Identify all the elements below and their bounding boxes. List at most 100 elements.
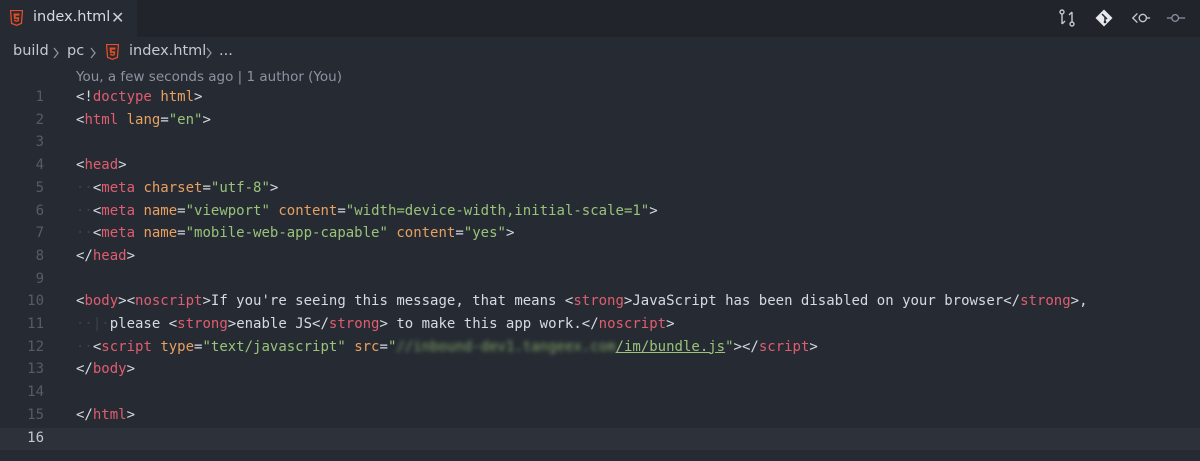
chevron-right-icon — [53, 47, 59, 59]
code-content: <head> — [76, 157, 127, 173]
breadcrumb-item-symbols[interactable]: ... — [219, 43, 233, 59]
code-line[interactable]: 11 ··|·please <strong>enable JS</strong> … — [0, 314, 1200, 337]
code-line[interactable]: 9 — [0, 269, 1200, 292]
code-line[interactable]: 4 <head> — [0, 155, 1200, 178]
code-content: ··<meta charset="utf-8"> — [76, 180, 278, 196]
whitespace-marker: ·· — [76, 338, 93, 355]
line-number: 8 — [35, 247, 44, 264]
tab-label: index.html — [33, 9, 111, 25]
code-line[interactable]: 2 <html lang="en"> — [0, 110, 1200, 133]
tag-name: script — [101, 338, 152, 355]
line-number: 12 — [27, 338, 44, 355]
punctuation: = — [379, 338, 388, 355]
attribute-name: name — [143, 202, 178, 219]
breadcrumb: build pc index.html ... — [0, 37, 1200, 67]
line-number: 3 — [35, 134, 44, 151]
tag-name: head — [92, 247, 127, 264]
tag-name: html — [92, 406, 127, 423]
string-value: "yes" — [463, 225, 506, 242]
punctuation: = — [177, 202, 186, 219]
tag-name: strong — [573, 293, 624, 310]
punctuation: >< — [118, 293, 136, 310]
line-number: 13 — [27, 361, 44, 378]
punctuation: = — [202, 179, 211, 196]
tag-name: strong — [177, 316, 228, 332]
tab-bar: index.html ✕ — [0, 0, 1200, 37]
code-line[interactable]: 3 — [0, 132, 1200, 155]
tab-index-html[interactable]: index.html ✕ — [0, 0, 137, 37]
line-number: 1 — [35, 89, 44, 105]
code-content: </body> — [76, 361, 135, 377]
punctuation: </ — [581, 316, 599, 332]
line-number: 11 — [27, 316, 44, 332]
attribute-name: content — [396, 225, 456, 242]
punctuation: <! — [76, 89, 93, 105]
html5-icon — [10, 10, 23, 26]
text-content: please — [109, 316, 169, 332]
line-number: 5 — [35, 179, 44, 196]
tag-name: noscript — [135, 293, 203, 310]
attribute-name: charset — [143, 179, 203, 196]
text-content: If you're seeing this message, that mean… — [210, 293, 565, 310]
tag-name: body — [92, 361, 127, 378]
punctuation: = — [337, 202, 346, 219]
tag-name: script — [758, 338, 810, 355]
tag-name: strong — [1020, 293, 1071, 310]
code-line[interactable]: 13 </body> — [0, 359, 1200, 382]
attribute-name: lang — [126, 111, 161, 128]
tag-name: head — [84, 157, 119, 174]
code-line[interactable]: 15 </html> — [0, 405, 1200, 428]
tag-name: meta — [101, 225, 136, 242]
punctuation: > — [202, 111, 211, 128]
tag-name: meta — [101, 179, 136, 196]
line-number: 7 — [35, 225, 44, 242]
string-value: " — [725, 338, 734, 355]
tag-name: noscript — [598, 316, 667, 332]
code-line[interactable]: 8 </head> — [0, 246, 1200, 269]
code-line[interactable]: 5 ··<meta charset="utf-8"> — [0, 178, 1200, 201]
string-value: "width=device-width,initial-scale=1" — [345, 202, 650, 219]
compare-changes-icon[interactable] — [1057, 8, 1077, 28]
breadcrumb-item-file[interactable]: index.html — [129, 43, 206, 59]
punctuation: > — [649, 202, 658, 219]
punctuation — [346, 339, 354, 355]
text-content: enable JS — [236, 316, 313, 332]
line-number: 9 — [35, 270, 44, 287]
punctuation: = — [455, 225, 464, 242]
link-url: /im/bundle.js — [615, 338, 726, 355]
code-content: <!doctype html> — [76, 89, 202, 105]
whitespace-marker: ·· — [76, 225, 93, 242]
commit-icon[interactable] — [1166, 8, 1186, 28]
breadcrumb-item-build[interactable]: build — [13, 43, 49, 59]
code-content: <body><noscript>If you're seeing this me… — [76, 293, 1088, 309]
whitespace-marker: ·· — [76, 179, 93, 196]
code-line[interactable]: 6 ··<meta name="viewport" content="width=… — [0, 201, 1200, 224]
code-line[interactable]: 16 — [0, 427, 1200, 451]
go-back-icon[interactable] — [1131, 8, 1151, 28]
attribute-name: html — [160, 89, 195, 105]
whitespace-marker: ·· — [76, 202, 93, 219]
breadcrumb-item-pc[interactable]: pc — [67, 43, 84, 59]
git-icon[interactable] — [1094, 8, 1114, 28]
punctuation: </ — [312, 316, 329, 332]
code-line[interactable]: 1 <!doctype html> — [0, 87, 1200, 110]
code-line[interactable]: 14 — [0, 382, 1200, 405]
punctuation: </ — [76, 361, 93, 378]
code-line[interactable]: 10 <body><noscript>If you're seeing this … — [0, 291, 1200, 314]
line-number: 6 — [35, 202, 44, 219]
tag-name: strong — [328, 316, 380, 332]
punctuation: > — [809, 338, 818, 355]
close-icon[interactable]: ✕ — [111, 8, 124, 27]
text-content: JavaScript has been disabled on your bro… — [632, 293, 1004, 310]
code-line[interactable]: 12 ··<script type="text/javascript" src="… — [0, 337, 1200, 360]
code-line[interactable]: 7 ··<meta name="mobile-web-app-capable" c… — [0, 223, 1200, 246]
string-value: "en" — [168, 111, 203, 128]
line-number: 14 — [27, 384, 44, 401]
punctuation: > — [118, 157, 127, 174]
line-number: 16 — [27, 429, 44, 446]
punctuation: > — [227, 316, 237, 332]
punctuation: </ — [1003, 293, 1021, 310]
punctuation: > — [269, 179, 279, 196]
blame-annotation[interactable]: You, a few seconds ago | 1 author (You) — [76, 69, 342, 85]
string-value: "mobile-web-app-capable" — [185, 225, 388, 242]
